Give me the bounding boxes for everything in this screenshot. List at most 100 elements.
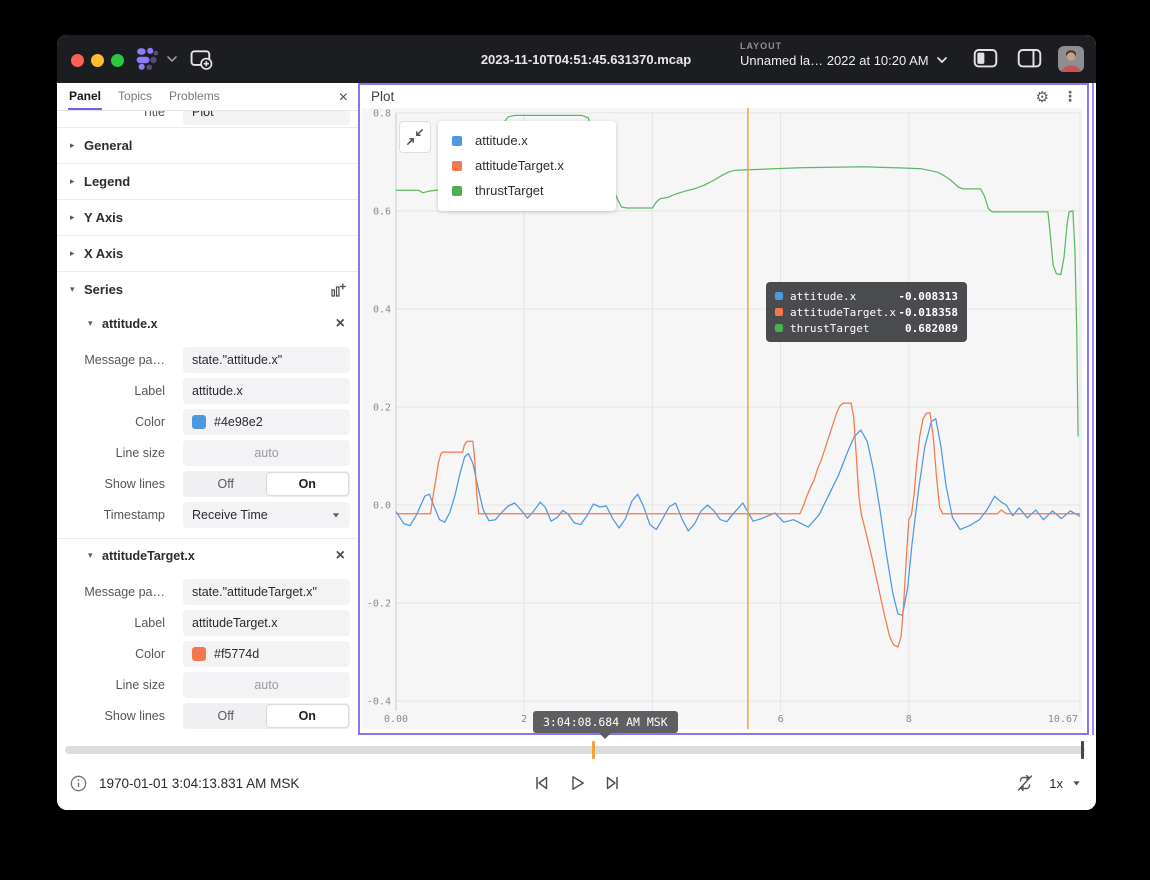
timeline-end-marker bbox=[1081, 741, 1084, 759]
series-editor-attitude-target-x-header[interactable]: ▾ attitudeTarget.x × bbox=[57, 539, 358, 572]
section-general[interactable]: ▸ General bbox=[57, 127, 358, 163]
chevron-down-icon: ▾ bbox=[70, 285, 84, 295]
legend-item-attitude-target-x[interactable]: attitudeTarget.x bbox=[438, 153, 616, 178]
toggle-left-sidebar-icon[interactable] bbox=[973, 46, 998, 71]
svg-text:-0.4: -0.4 bbox=[367, 697, 391, 708]
current-timestamp: 1970-01-01 3:04:13.831 AM MSK bbox=[99, 776, 299, 791]
layout-chevron-down-icon[interactable] bbox=[935, 55, 949, 65]
seek-forward-button[interactable] bbox=[603, 773, 623, 793]
svg-text:-0.2: -0.2 bbox=[367, 599, 391, 610]
add-window-icon[interactable] bbox=[188, 46, 214, 72]
title-field-input[interactable]: Plot bbox=[183, 111, 350, 125]
series-color-swatch bbox=[775, 324, 783, 332]
section-series[interactable]: ▾ Series bbox=[57, 271, 358, 307]
color-input[interactable]: #f5774d bbox=[183, 641, 350, 667]
remove-series-icon[interactable]: × bbox=[336, 317, 345, 331]
foxglove-logo-icon[interactable] bbox=[133, 45, 161, 73]
chevron-right-icon: ▸ bbox=[70, 249, 84, 259]
tab-panel[interactable]: Panel bbox=[68, 89, 102, 110]
plot-legend: attitude.x attitudeTarget.x thrustTarget bbox=[438, 121, 616, 211]
plot-panel-header: Plot ⚙ ⋮ bbox=[360, 85, 1087, 108]
remove-series-icon[interactable]: × bbox=[336, 549, 345, 563]
line-size-row: Line size auto bbox=[57, 669, 358, 700]
app-menu-chevron-down-icon[interactable] bbox=[166, 54, 178, 64]
playback-bar: 1970-01-01 3:04:13.831 AM MSK bbox=[57, 735, 1096, 810]
chevron-right-icon: ▸ bbox=[70, 177, 84, 187]
message-path-input[interactable]: state."attitudeTarget.x" bbox=[183, 579, 350, 605]
series-color-swatch bbox=[452, 186, 462, 196]
color-swatch[interactable] bbox=[192, 647, 206, 661]
seek-backward-button[interactable] bbox=[531, 773, 551, 793]
tooltip-row: attitudeTarget.x -0.018358 bbox=[775, 304, 958, 320]
timeline-scrubber[interactable] bbox=[65, 746, 1085, 754]
chevron-down-icon: ▾ bbox=[88, 319, 102, 329]
playhead-marker[interactable] bbox=[592, 741, 595, 759]
sidebar-tabs: Panel Topics Problems × bbox=[57, 83, 358, 111]
tooltip-caret bbox=[599, 733, 611, 739]
show-lines-off-option[interactable]: Off bbox=[185, 705, 267, 727]
svg-text:0.4: 0.4 bbox=[373, 305, 391, 316]
message-path-row: Message pa… state."attitude.x" bbox=[57, 344, 358, 375]
timestamp-select[interactable]: Receive Time bbox=[183, 502, 350, 528]
tooltip-row: attitude.x -0.008313 bbox=[775, 288, 958, 304]
zoom-window-button[interactable] bbox=[111, 54, 124, 67]
minimize-window-button[interactable] bbox=[91, 54, 104, 67]
series-color-swatch bbox=[452, 161, 462, 171]
transport-controls bbox=[531, 773, 623, 793]
tooltip-row: thrustTarget 0.682089 bbox=[775, 320, 958, 336]
show-lines-off-option[interactable]: Off bbox=[185, 473, 267, 495]
svg-text:0.8: 0.8 bbox=[373, 108, 391, 119]
tab-topics[interactable]: Topics bbox=[117, 89, 153, 110]
label-row: Label attitudeTarget.x bbox=[57, 607, 358, 638]
collapse-arrows-icon bbox=[406, 128, 424, 146]
label-input[interactable]: attitude.x bbox=[183, 378, 350, 404]
show-lines-row: Show lines Off On bbox=[57, 468, 358, 499]
close-sidebar-icon[interactable]: × bbox=[339, 90, 348, 106]
series-color-swatch bbox=[452, 136, 462, 146]
legend-item-attitude-x[interactable]: attitude.x bbox=[438, 128, 616, 153]
collapse-legend-button[interactable] bbox=[399, 121, 431, 153]
tab-problems[interactable]: Problems bbox=[168, 89, 221, 110]
chevron-down-icon bbox=[1071, 779, 1082, 787]
chevron-right-icon: ▸ bbox=[70, 213, 84, 223]
line-size-input[interactable]: auto bbox=[183, 440, 350, 466]
section-legend[interactable]: ▸ Legend bbox=[57, 163, 358, 199]
show-lines-on-option[interactable]: On bbox=[267, 473, 349, 495]
add-series-icon[interactable] bbox=[330, 282, 346, 298]
playback-speed-selector[interactable]: 1x bbox=[1049, 776, 1082, 791]
play-button[interactable] bbox=[567, 773, 587, 793]
color-swatch[interactable] bbox=[192, 415, 206, 429]
label-input[interactable]: attitudeTarget.x bbox=[183, 610, 350, 636]
color-input[interactable]: #4e98e2 bbox=[183, 409, 350, 435]
chevron-down-icon: ▾ bbox=[88, 551, 102, 561]
loop-disabled-icon[interactable] bbox=[1015, 773, 1035, 793]
playback-info-icon[interactable] bbox=[70, 775, 87, 792]
scrubber-hover-tooltip: 3:04:08.684 AM MSK bbox=[533, 711, 678, 733]
panel-menu-kebab-icon[interactable]: ⋮ bbox=[1063, 89, 1077, 105]
line-size-input[interactable]: auto bbox=[183, 672, 350, 698]
close-window-button[interactable] bbox=[71, 54, 84, 67]
settings-sidebar: Panel Topics Problems × Title Plot ▸ Gen… bbox=[57, 83, 358, 735]
plot-panel: Plot ⚙ ⋮ 0.80.60.40.20.0-0.2-0.40.002468… bbox=[358, 83, 1089, 735]
section-x-axis[interactable]: ▸ X Axis bbox=[57, 235, 358, 271]
document-title: 2023-11-10T04:51:45.631370.mcap bbox=[480, 35, 692, 83]
plot-chart-area[interactable]: 0.80.60.40.20.0-0.2-0.40.00246810.67 att… bbox=[362, 108, 1082, 729]
layout-name: Unnamed la… 2022 at 10:20 AM bbox=[740, 53, 929, 68]
svg-text:2: 2 bbox=[521, 714, 527, 725]
user-avatar[interactable] bbox=[1058, 46, 1084, 72]
series-editor-attitude-x-header[interactable]: ▾ attitude.x × bbox=[57, 307, 358, 340]
svg-text:10.67: 10.67 bbox=[1048, 714, 1078, 725]
show-lines-on-option[interactable]: On bbox=[267, 705, 349, 727]
label-row: Label attitude.x bbox=[57, 375, 358, 406]
message-path-input[interactable]: state."attitude.x" bbox=[183, 347, 350, 373]
show-lines-row: Show lines Off On bbox=[57, 700, 358, 731]
color-row: Color #f5774d bbox=[57, 638, 358, 669]
section-y-axis[interactable]: ▸ Y Axis bbox=[57, 199, 358, 235]
legend-item-thrust-target[interactable]: thrustTarget bbox=[438, 178, 616, 203]
panel-settings-gear-icon[interactable]: ⚙ bbox=[1036, 88, 1049, 106]
toggle-right-sidebar-icon[interactable] bbox=[1017, 46, 1042, 71]
message-path-row: Message pa… state."attitudeTarget.x" bbox=[57, 576, 358, 607]
app-window: 2023-11-10T04:51:45.631370.mcap LAYOUT U… bbox=[57, 35, 1096, 810]
layout-selector[interactable]: LAYOUT Unnamed la… 2022 at 10:20 AM bbox=[740, 41, 929, 79]
svg-text:0.0: 0.0 bbox=[373, 501, 391, 512]
